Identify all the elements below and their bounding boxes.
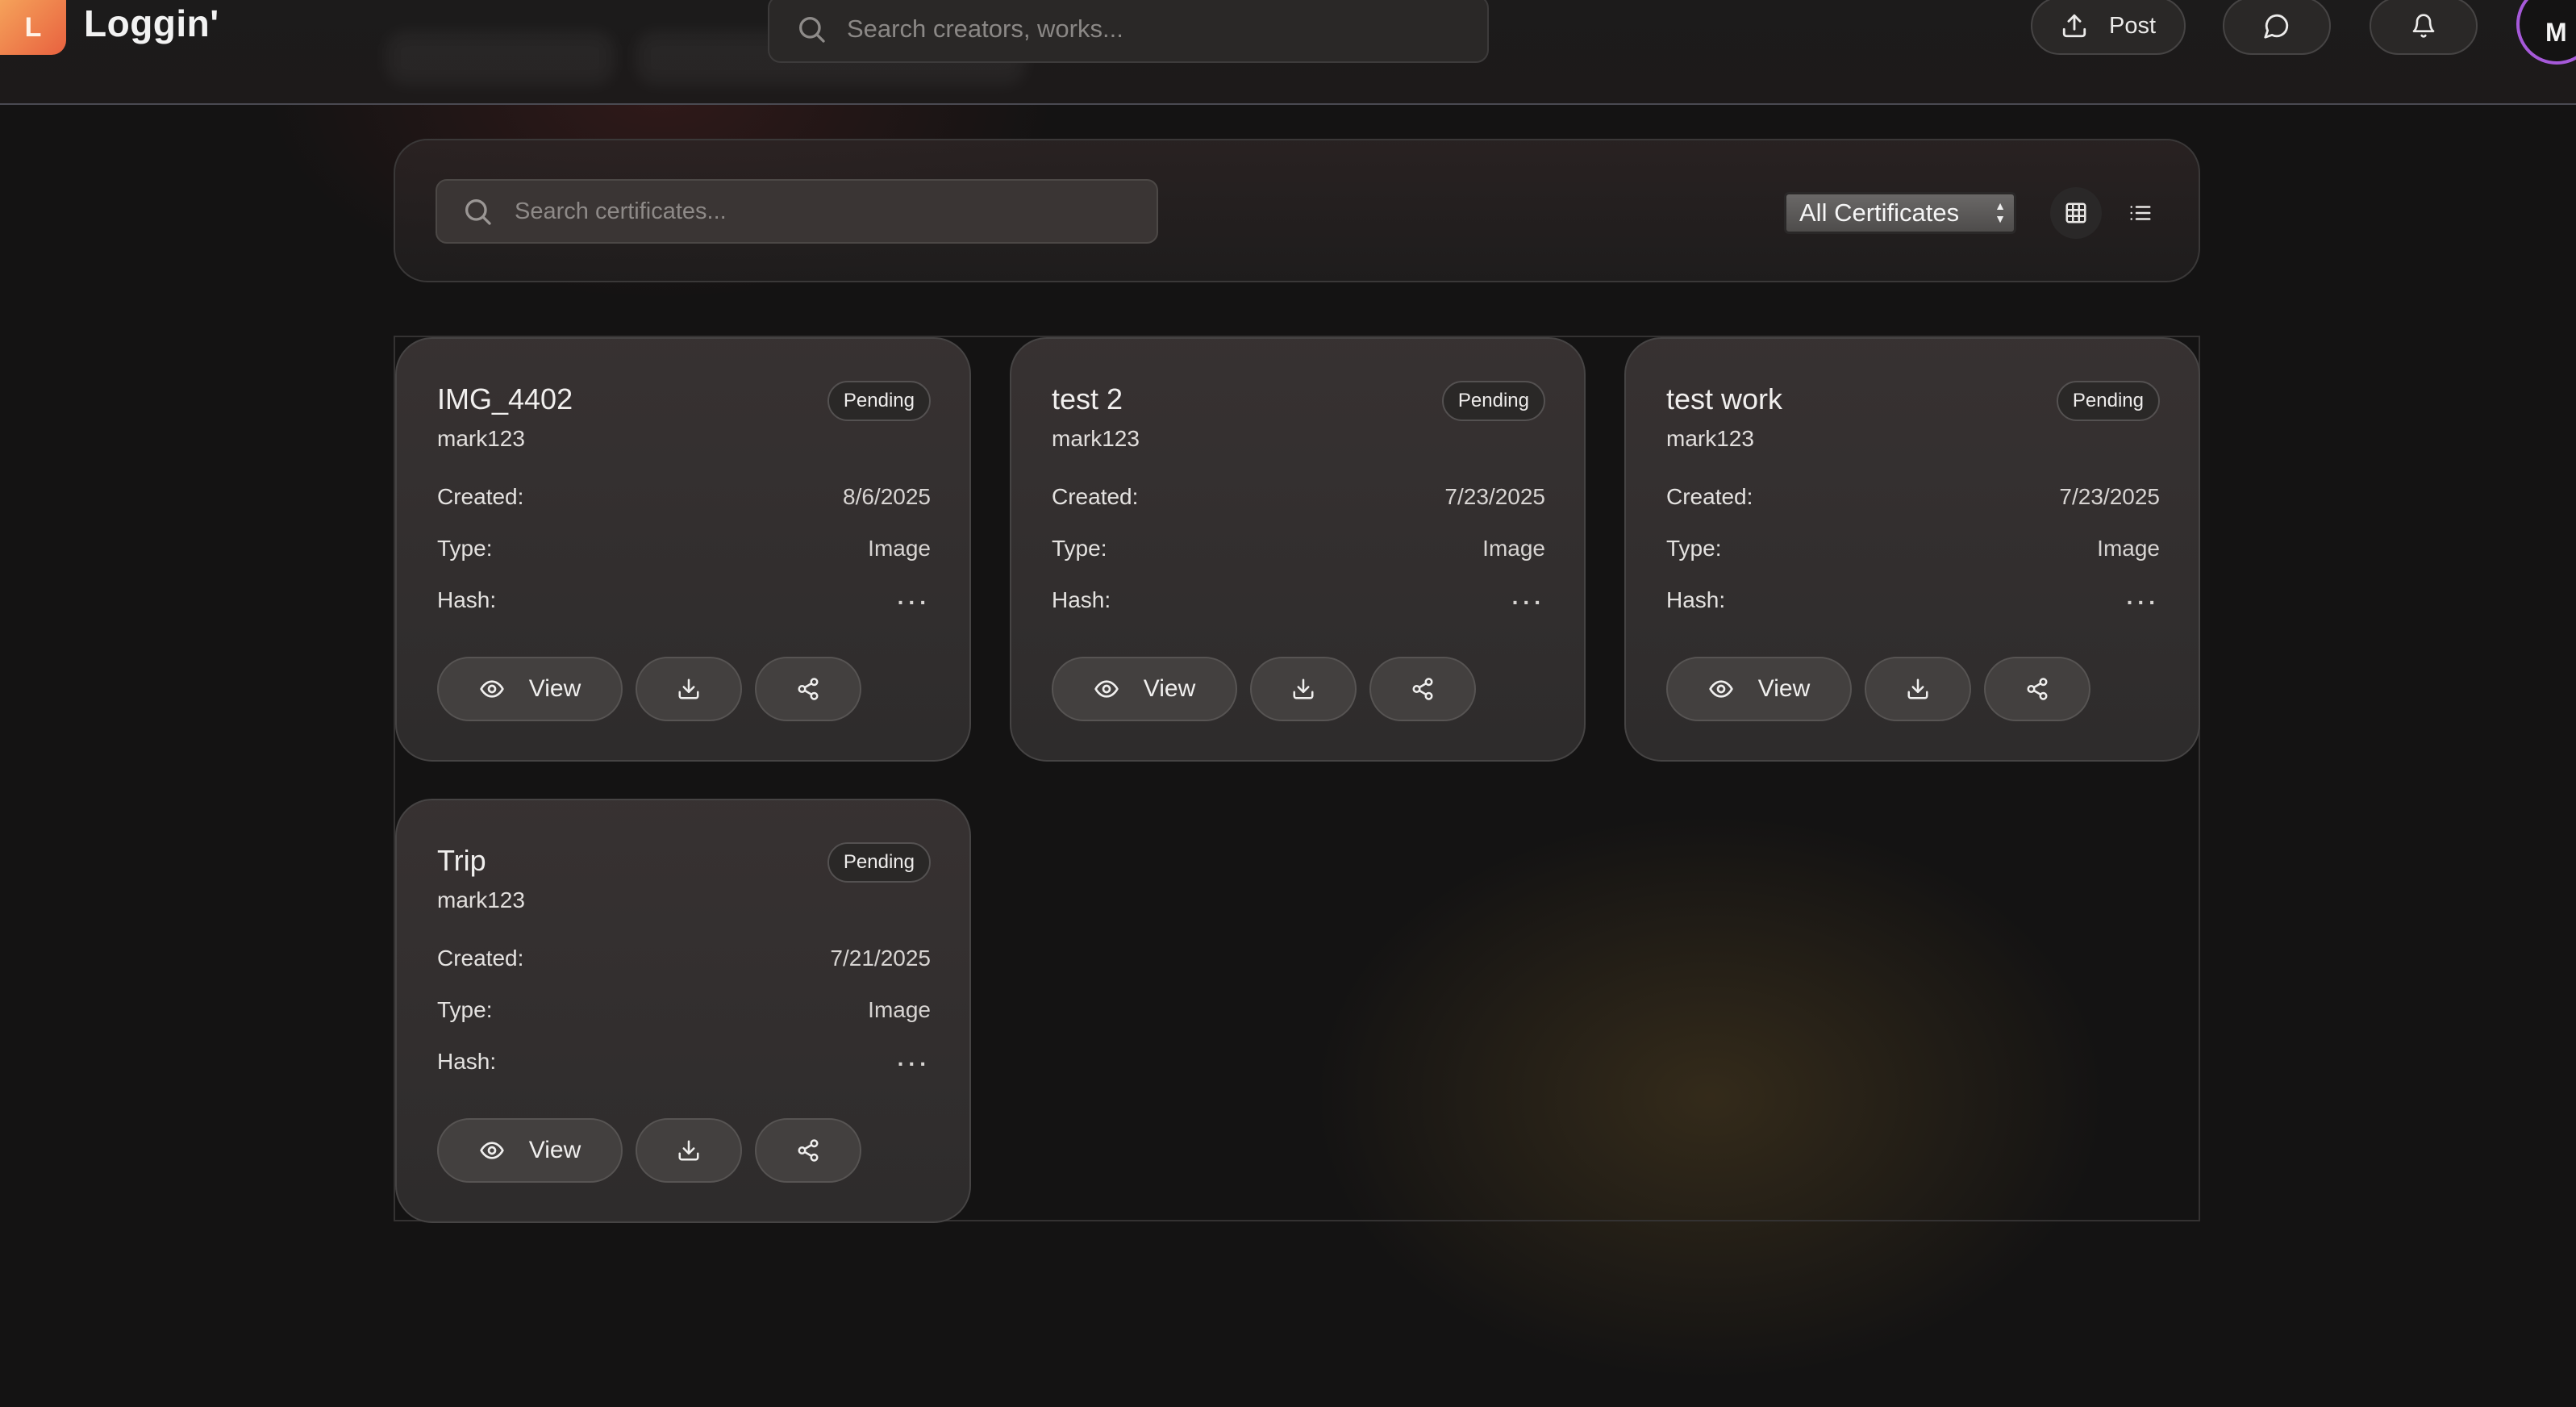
status-badge: Pending (827, 381, 931, 421)
download-icon (678, 678, 699, 699)
hash-value: ... (2126, 584, 2160, 609)
global-search[interactable] (768, 0, 1489, 63)
upload-icon (2062, 14, 2086, 38)
certificate-title: test work (1666, 382, 1783, 415)
certificate-filter-value: All Certificates (1799, 198, 1960, 227)
hash-value: ... (1511, 584, 1545, 609)
created-value: 7/23/2025 (2059, 484, 2160, 509)
hash-label: Hash: (1666, 587, 1726, 612)
share-button[interactable] (1984, 657, 2090, 721)
view-button-label: View (1757, 675, 1811, 702)
type-value: Image (1482, 536, 1545, 561)
share-icon (798, 1139, 819, 1162)
certificate-card[interactable]: IMG_4402 mark123 Pending Created: 8/6/20… (395, 337, 971, 762)
hash-value: ... (897, 584, 931, 609)
logo-letter: L (24, 11, 42, 43)
status-badge: Pending (1441, 381, 1545, 421)
status-badge: Pending (827, 842, 931, 883)
search-icon (799, 17, 825, 43)
type-label: Type: (437, 997, 493, 1022)
view-button[interactable]: View (437, 1118, 623, 1183)
download-button[interactable] (636, 1118, 742, 1183)
status-badge: Pending (2056, 381, 2160, 421)
app-logo[interactable]: L (0, 0, 66, 55)
type-value: Image (868, 997, 931, 1022)
view-button-label: View (1143, 675, 1196, 702)
eye-icon (1708, 680, 1733, 698)
download-button[interactable] (1865, 657, 1971, 721)
certificate-filter-select[interactable]: All Certificates ▲ ▼ (1784, 192, 2016, 234)
created-label: Created: (437, 484, 524, 509)
top-header: L Loggin' Post M (0, 0, 2576, 105)
certificate-card[interactable]: test work mark123 Pending Created: 7/23/… (1624, 337, 2200, 762)
certificate-filter-bar: All Certificates ▲▼ (394, 139, 2200, 282)
view-button[interactable]: View (437, 657, 623, 721)
grid-view-toggle[interactable] (2050, 187, 2102, 239)
list-icon (2130, 206, 2151, 220)
view-button-label: View (528, 1137, 581, 1163)
certificate-title: test 2 (1052, 382, 1123, 415)
view-button[interactable]: View (1666, 657, 1852, 721)
share-icon (2027, 678, 2048, 700)
share-icon (798, 678, 819, 700)
notifications-button[interactable] (2370, 0, 2478, 55)
message-circle-icon (2264, 14, 2289, 39)
created-value: 7/23/2025 (1444, 484, 1545, 509)
type-label: Type: (1052, 536, 1107, 561)
eye-icon (1094, 680, 1119, 698)
post-button-label: Post (2108, 12, 2157, 39)
grid-icon (2065, 202, 2086, 223)
select-arrows-icon: ▲ ▼ (1995, 199, 2006, 225)
certificate-owner: mark123 (437, 426, 525, 451)
avatar-initial: M (2545, 17, 2567, 47)
view-button[interactable]: View (1052, 657, 1237, 721)
hash-label: Hash: (1052, 587, 1111, 612)
type-label: Type: (1666, 536, 1722, 561)
certificate-title: Trip (437, 844, 486, 877)
certificate-search-input[interactable] (513, 197, 1145, 226)
share-icon (1412, 678, 1433, 700)
share-button[interactable] (1369, 657, 1476, 721)
certificate-owner: mark123 (437, 887, 525, 912)
created-label: Created: (437, 946, 524, 971)
certificate-owner: mark123 (1666, 426, 1754, 451)
certificate-search[interactable] (436, 179, 1158, 244)
certificate-title: IMG_4402 (437, 382, 573, 415)
download-button[interactable] (636, 657, 742, 721)
download-icon (1907, 678, 1928, 699)
messages-button[interactable] (2223, 0, 2331, 55)
post-button[interactable]: Post (2031, 0, 2186, 55)
view-button-label: View (528, 675, 581, 702)
download-button[interactable] (1250, 657, 1357, 721)
search-icon (465, 198, 491, 225)
created-value: 8/6/2025 (843, 484, 931, 509)
download-icon (678, 1140, 699, 1161)
header-blur-decoration (387, 32, 613, 84)
hash-label: Hash: (437, 1049, 497, 1074)
certificate-card[interactable]: Trip mark123 Pending Created: 7/21/2025 … (395, 799, 971, 1223)
eye-icon (479, 1142, 504, 1159)
certificate-card[interactable]: test 2 mark123 Pending Created: 7/23/202… (1010, 337, 1586, 762)
created-label: Created: (1666, 484, 1753, 509)
share-button[interactable] (755, 1118, 861, 1183)
created-value: 7/21/2025 (830, 946, 931, 971)
global-search-input[interactable] (845, 14, 1461, 44)
certificate-grid: IMG_4402 mark123 Pending Created: 8/6/20… (394, 336, 2200, 1223)
hash-label: Hash: (437, 587, 497, 612)
app-name[interactable]: Loggin' (84, 0, 219, 48)
type-value: Image (868, 536, 931, 561)
share-button[interactable] (755, 657, 861, 721)
type-label: Type: (437, 536, 493, 561)
created-label: Created: (1052, 484, 1139, 509)
user-avatar[interactable]: M (2516, 0, 2576, 65)
list-view-toggle[interactable] (2115, 187, 2166, 239)
eye-icon (479, 680, 504, 698)
type-value: Image (2097, 536, 2160, 561)
download-icon (1293, 678, 1314, 699)
certificate-owner: mark123 (1052, 426, 1140, 451)
hash-value: ... (897, 1046, 931, 1071)
bell-icon (2412, 14, 2435, 38)
